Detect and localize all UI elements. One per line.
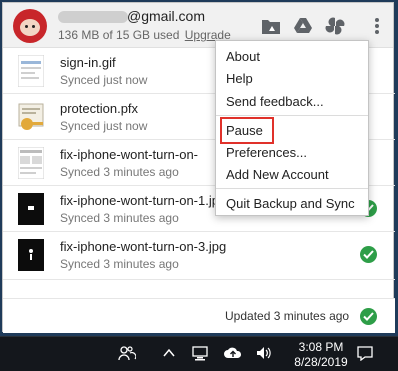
- phone-image-thumbnail: [18, 239, 44, 271]
- pause-highlight-box: [220, 117, 274, 144]
- synced-check-icon: [360, 246, 377, 263]
- screenshot-thumbnail: [18, 147, 44, 179]
- clock-time[interactable]: 3:08 PM: [292, 340, 350, 354]
- menu-item-preferences[interactable]: Preferences...: [226, 145, 307, 160]
- file-name: fix-iphone-wont-turn-on-3.jpg: [60, 239, 227, 254]
- menu-separator: [216, 115, 368, 116]
- gif-thumbnail: [18, 55, 44, 87]
- update-status-text: Updated 3 minutes ago: [225, 309, 350, 323]
- menu-item-quit[interactable]: Quit Backup and Sync: [226, 196, 355, 211]
- file-name: fix-iphone-wont-turn-on-: [60, 147, 199, 162]
- file-sync-status: Synced 3 minutes ago: [60, 257, 179, 271]
- menu-item-about[interactable]: About: [226, 49, 260, 64]
- synced-check-icon: [360, 308, 377, 325]
- email-redaction: [58, 11, 128, 23]
- google-drive-icon[interactable]: [293, 17, 313, 35]
- chevron-up-icon[interactable]: [160, 345, 178, 361]
- volume-icon[interactable]: [255, 345, 273, 361]
- menu-separator: [216, 188, 368, 189]
- more-vert-icon[interactable]: [367, 17, 387, 35]
- file-name: fix-iphone-wont-turn-on-1.jpg: [60, 193, 227, 208]
- file-sync-status: Synced just now: [60, 119, 148, 133]
- file-sync-status: Synced 3 minutes ago: [60, 211, 179, 225]
- file-sync-status: Synced 3 minutes ago: [60, 165, 179, 179]
- cloud-upload-icon[interactable]: [224, 345, 242, 361]
- certificate-file-icon: [18, 103, 44, 130]
- google-photos-icon[interactable]: [325, 17, 345, 35]
- notification-icon[interactable]: [356, 345, 374, 361]
- account-email: @gmail.com: [127, 8, 206, 24]
- screen: @gmail.com 136 MB of 15 GB used Upgrade: [0, 0, 398, 371]
- windows-taskbar: 3:08 PM 8/28/2019: [0, 336, 398, 371]
- drive-folder-icon[interactable]: [261, 17, 281, 35]
- status-footer: Updated 3 minutes ago: [3, 298, 395, 333]
- clock-date[interactable]: 8/28/2019: [286, 355, 356, 369]
- menu-item-send-feedback[interactable]: Send feedback...: [226, 94, 324, 109]
- avatar-eye: [32, 25, 35, 28]
- storage-quota: 136 MB of 15 GB used Upgrade: [58, 28, 231, 42]
- network-icon[interactable]: [191, 345, 209, 361]
- menu-item-help[interactable]: Help: [226, 71, 253, 86]
- list-item[interactable]: fix-iphone-wont-turn-on-3.jpg Synced 3 m…: [3, 232, 395, 280]
- avatar[interactable]: [13, 9, 47, 43]
- avatar-eye: [25, 25, 28, 28]
- phone-image-thumbnail: [18, 193, 44, 225]
- file-name: sign-in.gif: [60, 55, 116, 70]
- backup-and-sync-panel: @gmail.com 136 MB of 15 GB used Upgrade: [2, 2, 395, 333]
- menu-item-add-new-account[interactable]: Add New Account: [226, 167, 329, 182]
- people-icon[interactable]: [118, 345, 136, 361]
- avatar-face: [20, 19, 40, 36]
- quota-text: 136 MB of 15 GB used: [58, 28, 180, 42]
- file-sync-status: Synced just now: [60, 73, 148, 87]
- file-name: protection.pfx: [60, 101, 139, 116]
